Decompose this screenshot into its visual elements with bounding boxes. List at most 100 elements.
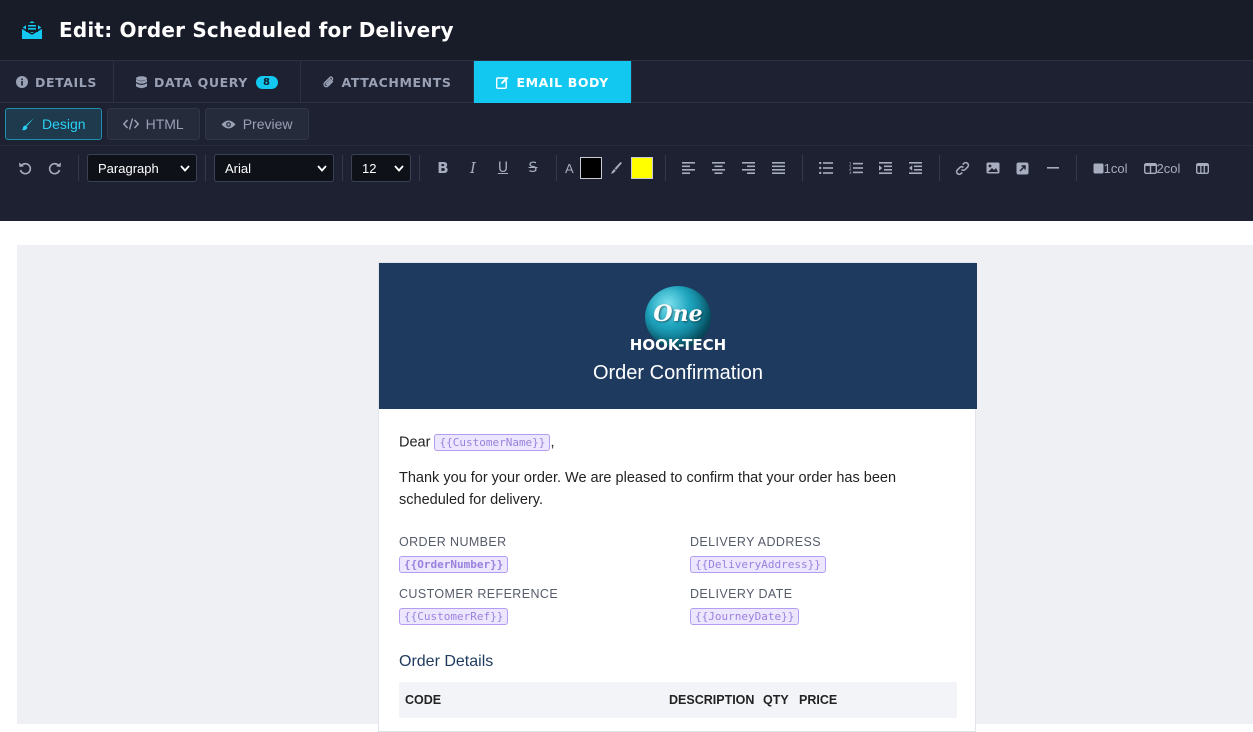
- align-right-icon: [742, 162, 756, 174]
- horizontal-rule-icon: [1046, 167, 1059, 169]
- order-number-placeholder[interactable]: {{OrderNumber}}: [399, 556, 509, 573]
- block-format-value: Paragraph: [98, 160, 159, 176]
- indent-button[interactable]: [871, 154, 901, 182]
- bullet-list-icon: [818, 162, 833, 174]
- toolbar-separator: [801, 155, 803, 181]
- order-details-heading: Order Details: [399, 653, 494, 670]
- email-preview[interactable]: One HOOK-TECH Order Confirmation Dear {{…: [378, 262, 977, 732]
- field-label: ORDER NUMBER: [399, 535, 507, 549]
- insert-link-button[interactable]: [948, 154, 978, 182]
- align-center-button[interactable]: [704, 154, 734, 182]
- toolbar-separator: [419, 155, 420, 181]
- highlighter-icon: [610, 161, 623, 175]
- block-format-select[interactable]: Paragraph: [87, 154, 197, 182]
- logo-mark: One: [653, 301, 703, 327]
- brush-icon: [21, 117, 35, 131]
- italic-icon: I: [470, 159, 476, 177]
- insert-button-button[interactable]: [1008, 154, 1038, 182]
- insert-image-button[interactable]: [978, 154, 1008, 182]
- align-right-button[interactable]: [734, 154, 764, 182]
- one-column-icon: [1093, 163, 1104, 173]
- preview-mode-button[interactable]: Preview: [204, 108, 309, 140]
- customer-name-placeholder[interactable]: {{CustomerName}}: [434, 434, 551, 451]
- align-left-button[interactable]: [674, 154, 704, 182]
- design-mode-button[interactable]: Design: [5, 108, 102, 140]
- font-family-select[interactable]: Arial: [214, 154, 334, 182]
- font-size-select[interactable]: 12: [351, 154, 411, 182]
- underline-button[interactable]: U: [488, 154, 518, 182]
- tab-details[interactable]: DETAILS: [0, 61, 114, 103]
- tab-data-query[interactable]: DATA QUERY 8: [114, 61, 301, 103]
- tab-label: ATTACHMENTS: [341, 74, 452, 90]
- chevron-down-icon: [317, 164, 327, 172]
- bold-button[interactable]: B: [428, 154, 458, 182]
- tab-label: DETAILS: [35, 74, 97, 90]
- journey-date-placeholder[interactable]: {{JourneyDate}}: [690, 608, 800, 625]
- email-header: One HOOK-TECH Order Confirmation: [379, 263, 977, 409]
- email-content[interactable]: Dear {{CustomerName}}, Thank you for you…: [379, 409, 975, 718]
- highlight-color-swatch[interactable]: [630, 157, 653, 179]
- strikethrough-button[interactable]: S: [518, 154, 548, 182]
- justify-button[interactable]: [764, 154, 794, 182]
- design-canvas[interactable]: One HOOK-TECH Order Confirmation Dear {{…: [17, 245, 1253, 732]
- field-label: DELIVERY DATE: [690, 587, 793, 601]
- italic-button[interactable]: I: [458, 154, 488, 182]
- delivery-address-field: DELIVERY ADDRESS {{DeliveryAddress}}: [690, 535, 950, 573]
- strikethrough-icon: S: [528, 160, 538, 176]
- info-icon: [16, 76, 28, 88]
- mode-label: Preview: [242, 116, 293, 132]
- external-link-icon: [1016, 162, 1029, 174]
- image-icon: [986, 162, 1000, 174]
- svg-text:3: 3: [849, 170, 852, 174]
- intro-paragraph: Thank you for your order. We are pleased…: [399, 470, 897, 508]
- tab-label: EMAIL BODY: [516, 74, 609, 90]
- align-left-icon: [682, 162, 696, 174]
- justify-icon: [772, 162, 786, 174]
- greeting-text: Dear: [399, 434, 431, 451]
- numbered-list-button[interactable]: 123: [841, 154, 871, 182]
- outdent-button[interactable]: [901, 154, 931, 182]
- customer-ref-placeholder[interactable]: {{CustomerRef}}: [399, 608, 509, 625]
- undo-icon: [19, 162, 32, 175]
- three-column-layout-button[interactable]: [1188, 162, 1210, 174]
- customer-reference-field: CUSTOMER REFERENCE {{CustomerRef}}: [399, 587, 690, 625]
- html-mode-button[interactable]: HTML: [106, 108, 200, 140]
- toolbar-separator: [1075, 155, 1077, 181]
- email-template-icon: [20, 19, 44, 41]
- outdent-icon: [909, 162, 923, 174]
- toolbar-separator: [556, 155, 557, 181]
- field-label: DELIVERY ADDRESS: [690, 535, 821, 549]
- text-color-icon: A: [565, 160, 574, 176]
- order-number-field: ORDER NUMBER {{OrderNumber}}: [399, 535, 690, 573]
- column-header-price: PRICE: [799, 693, 838, 707]
- link-icon: [956, 161, 970, 175]
- two-column-icon: [1143, 162, 1157, 174]
- tab-attachments[interactable]: ATTACHMENTS: [301, 61, 475, 103]
- font-size-value: 12: [362, 160, 377, 176]
- undo-button[interactable]: [10, 154, 40, 182]
- bullet-list-button[interactable]: [811, 154, 841, 182]
- mode-label: Design: [42, 116, 86, 132]
- toolbar-separator: [342, 155, 343, 181]
- horizontal-rule-button[interactable]: [1038, 154, 1068, 182]
- text-color-swatch[interactable]: [579, 157, 602, 179]
- redo-button[interactable]: [40, 154, 70, 182]
- edit-icon: [496, 76, 509, 89]
- formatting-toolbar: Paragraph Arial 12 B I U S A 1 2 3 1col …: [0, 145, 1253, 221]
- company-name: HOOK-TECH: [629, 336, 727, 354]
- two-column-layout-button[interactable]: 2col: [1136, 161, 1189, 176]
- greeting-comma: ,: [550, 434, 555, 451]
- align-center-icon: [712, 162, 726, 174]
- delivery-address-placeholder[interactable]: {{DeliveryAddress}}: [690, 556, 826, 573]
- greeting-line: Dear {{CustomerName}},: [399, 434, 955, 451]
- column-header-code: CODE: [405, 693, 442, 707]
- tab-email-body[interactable]: EMAIL BODY: [474, 61, 632, 103]
- title-bar: Edit: Order Scheduled for Delivery: [0, 0, 1253, 60]
- one-column-layout-button[interactable]: 1col: [1085, 161, 1136, 176]
- toolbar-separator: [938, 155, 940, 181]
- order-info-grid: ORDER NUMBER {{OrderNumber}} DELIVERY AD…: [399, 535, 955, 625]
- font-family-value: Arial: [225, 160, 252, 176]
- delivery-date-field: DELIVERY DATE {{JourneyDate}}: [690, 587, 950, 625]
- mode-label: HTML: [145, 116, 184, 132]
- two-column-label: 2col: [1156, 160, 1181, 176]
